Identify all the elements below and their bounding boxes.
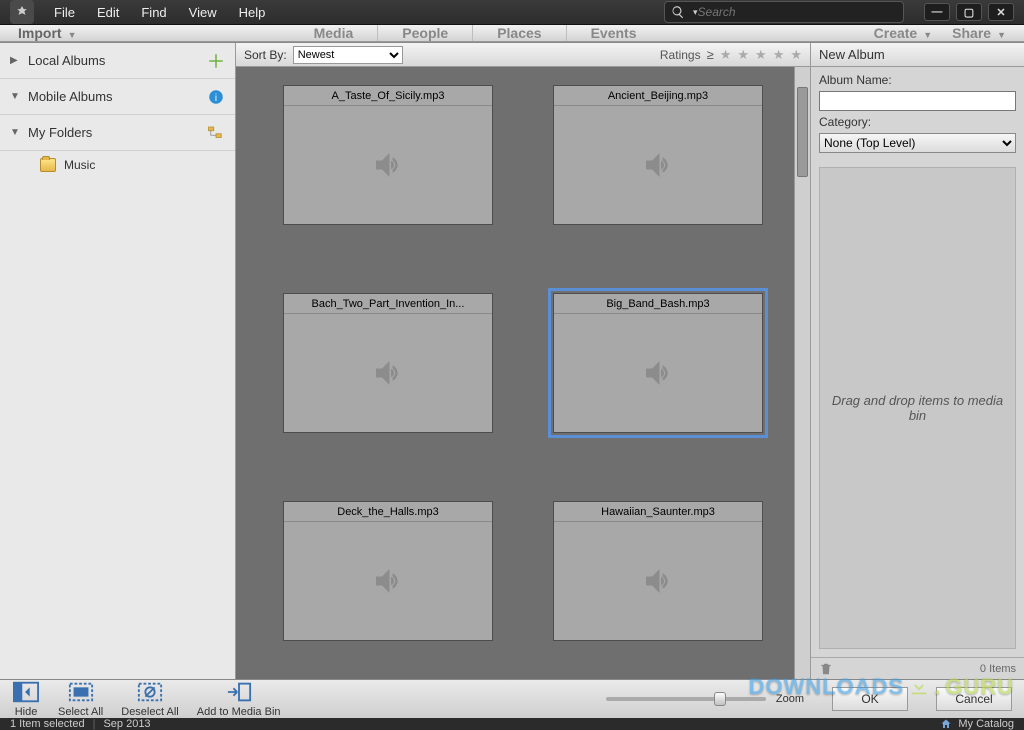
search-box[interactable]: ▾ [664, 1, 904, 23]
create-button[interactable]: Create▼ [874, 25, 933, 41]
search-input[interactable] [698, 5, 897, 19]
panel-title: New Album [811, 43, 1024, 67]
star-icon[interactable]: ★ [720, 47, 732, 63]
tab-events[interactable]: Events [567, 25, 661, 41]
zoom-label: Zoom [776, 693, 804, 705]
status-selection: 1 Item selected [10, 718, 85, 730]
chevron-right-icon: ▶ [10, 55, 20, 66]
media-thumbnail[interactable]: Hawaiian_Saunter.mp3 [553, 501, 763, 641]
audio-icon [370, 314, 406, 432]
gte-icon: ≥ [707, 47, 714, 62]
deselect-all-button[interactable]: Deselect All [121, 680, 178, 718]
title-bar: File Edit Find View Help ▾ — ▢ ✕ [0, 0, 1024, 24]
tab-people[interactable]: People [378, 25, 473, 41]
ok-button[interactable]: OK [832, 687, 908, 711]
minimize-button[interactable]: — [924, 3, 950, 21]
media-thumbnail[interactable]: A_Taste_Of_Sicily.mp3 [283, 85, 493, 225]
share-button[interactable]: Share▼ [952, 25, 1006, 41]
category-label: Category: [819, 115, 1016, 129]
sort-bar: Sort By: Newest Ratings ≥ ★ ★ ★ ★ ★ [236, 43, 810, 67]
media-thumbnail[interactable]: Big_Band_Bash.mp3 [553, 293, 763, 433]
chevron-down-icon: ▼ [10, 91, 20, 102]
folder-icon [40, 158, 56, 172]
right-panel: New Album Album Name: Category: None (To… [810, 43, 1024, 679]
menu-edit[interactable]: Edit [87, 1, 129, 24]
slider-knob[interactable] [714, 692, 726, 706]
status-catalog[interactable]: My Catalog [958, 718, 1014, 730]
import-button[interactable]: Import▼ [18, 25, 76, 41]
audio-icon [640, 522, 676, 640]
star-icon[interactable]: ★ [737, 47, 749, 63]
album-name-label: Album Name: [819, 73, 1016, 87]
media-thumbnail[interactable]: Ancient_Beijing.mp3 [553, 85, 763, 225]
main-menu: File Edit Find View Help [44, 1, 275, 24]
sidebar-subitem-music[interactable]: Music [0, 151, 235, 179]
left-panel: ▶ Local Albums ▼ Mobile Albums i ▼ My Fo… [0, 43, 236, 679]
media-thumbnail[interactable]: Deck_the_Halls.mp3 [283, 501, 493, 641]
scrollbar-thumb[interactable] [797, 87, 808, 177]
close-button[interactable]: ✕ [988, 3, 1014, 21]
star-icon[interactable]: ★ [790, 47, 802, 63]
hide-panel-button[interactable]: Hide [12, 680, 40, 718]
thumbnail-filename: Bach_Two_Part_Invention_In... [284, 294, 492, 314]
menu-help[interactable]: Help [229, 1, 276, 24]
bottom-toolbar: Hide Select All Deselect All Add to Medi… [0, 679, 1024, 718]
toolbar: Import▼ Media People Places Events Creat… [0, 24, 1024, 42]
thumbnail-filename: A_Taste_Of_Sicily.mp3 [284, 86, 492, 106]
select-all-button[interactable]: Select All [58, 680, 103, 718]
media-bin-dropzone[interactable]: Drag and drop items to media bin [819, 167, 1016, 649]
view-tabs: Media People Places Events [76, 25, 873, 41]
home-icon [940, 718, 952, 730]
thumbnail-filename: Hawaiian_Saunter.mp3 [554, 502, 762, 522]
sidebar-item-mobile-albums[interactable]: ▼ Mobile Albums i [0, 79, 235, 115]
thumbnail-filename: Ancient_Beijing.mp3 [554, 86, 762, 106]
info-icon[interactable]: i [207, 88, 225, 106]
media-grid-panel: Sort By: Newest Ratings ≥ ★ ★ ★ ★ ★ A_Ta… [236, 43, 810, 679]
menu-view[interactable]: View [179, 1, 227, 24]
audio-icon [640, 106, 676, 224]
zoom-control: Zoom [606, 693, 804, 705]
zoom-slider[interactable] [606, 697, 766, 701]
star-icon[interactable]: ★ [755, 47, 767, 63]
sort-label: Sort By: [244, 48, 287, 62]
trash-icon[interactable] [819, 662, 833, 676]
vertical-scrollbar[interactable] [794, 67, 810, 679]
thumbnail-filename: Deck_the_Halls.mp3 [284, 502, 492, 522]
add-to-media-bin-button[interactable]: Add to Media Bin [197, 680, 281, 718]
menu-find[interactable]: Find [131, 1, 176, 24]
menu-file[interactable]: File [44, 1, 85, 24]
media-thumbnail[interactable]: Bach_Two_Part_Invention_In... [283, 293, 493, 433]
cancel-button[interactable]: Cancel [936, 687, 1012, 711]
category-select[interactable]: None (Top Level) [819, 133, 1016, 153]
tab-media[interactable]: Media [290, 25, 379, 41]
audio-icon [370, 522, 406, 640]
ratings-filter[interactable]: Ratings ≥ ★ ★ ★ ★ ★ [660, 47, 802, 63]
item-count: 0 Items [980, 663, 1016, 675]
star-icon[interactable]: ★ [773, 47, 785, 63]
add-icon[interactable] [207, 52, 225, 70]
thumbnail-filename: Big_Band_Bash.mp3 [554, 294, 762, 314]
tab-places[interactable]: Places [473, 25, 566, 41]
sidebar-item-my-folders[interactable]: ▼ My Folders [0, 115, 235, 151]
audio-icon [640, 314, 676, 432]
app-logo [10, 0, 34, 24]
thumbnail-grid: A_Taste_Of_Sicily.mp3 Ancient_Beijing.mp3… [236, 67, 810, 679]
audio-icon [370, 106, 406, 224]
folder-tree-icon[interactable] [207, 124, 225, 142]
sidebar-item-local-albums[interactable]: ▶ Local Albums [0, 43, 235, 79]
status-bar: 1 Item selected | Sep 2013 My Catalog [0, 718, 1024, 730]
chevron-down-icon: ▼ [10, 127, 20, 138]
search-icon [671, 5, 685, 19]
album-name-input[interactable] [819, 91, 1016, 111]
sort-select[interactable]: Newest [293, 46, 403, 64]
status-date: Sep 2013 [103, 718, 150, 730]
svg-text:i: i [215, 92, 217, 103]
maximize-button[interactable]: ▢ [956, 3, 982, 21]
